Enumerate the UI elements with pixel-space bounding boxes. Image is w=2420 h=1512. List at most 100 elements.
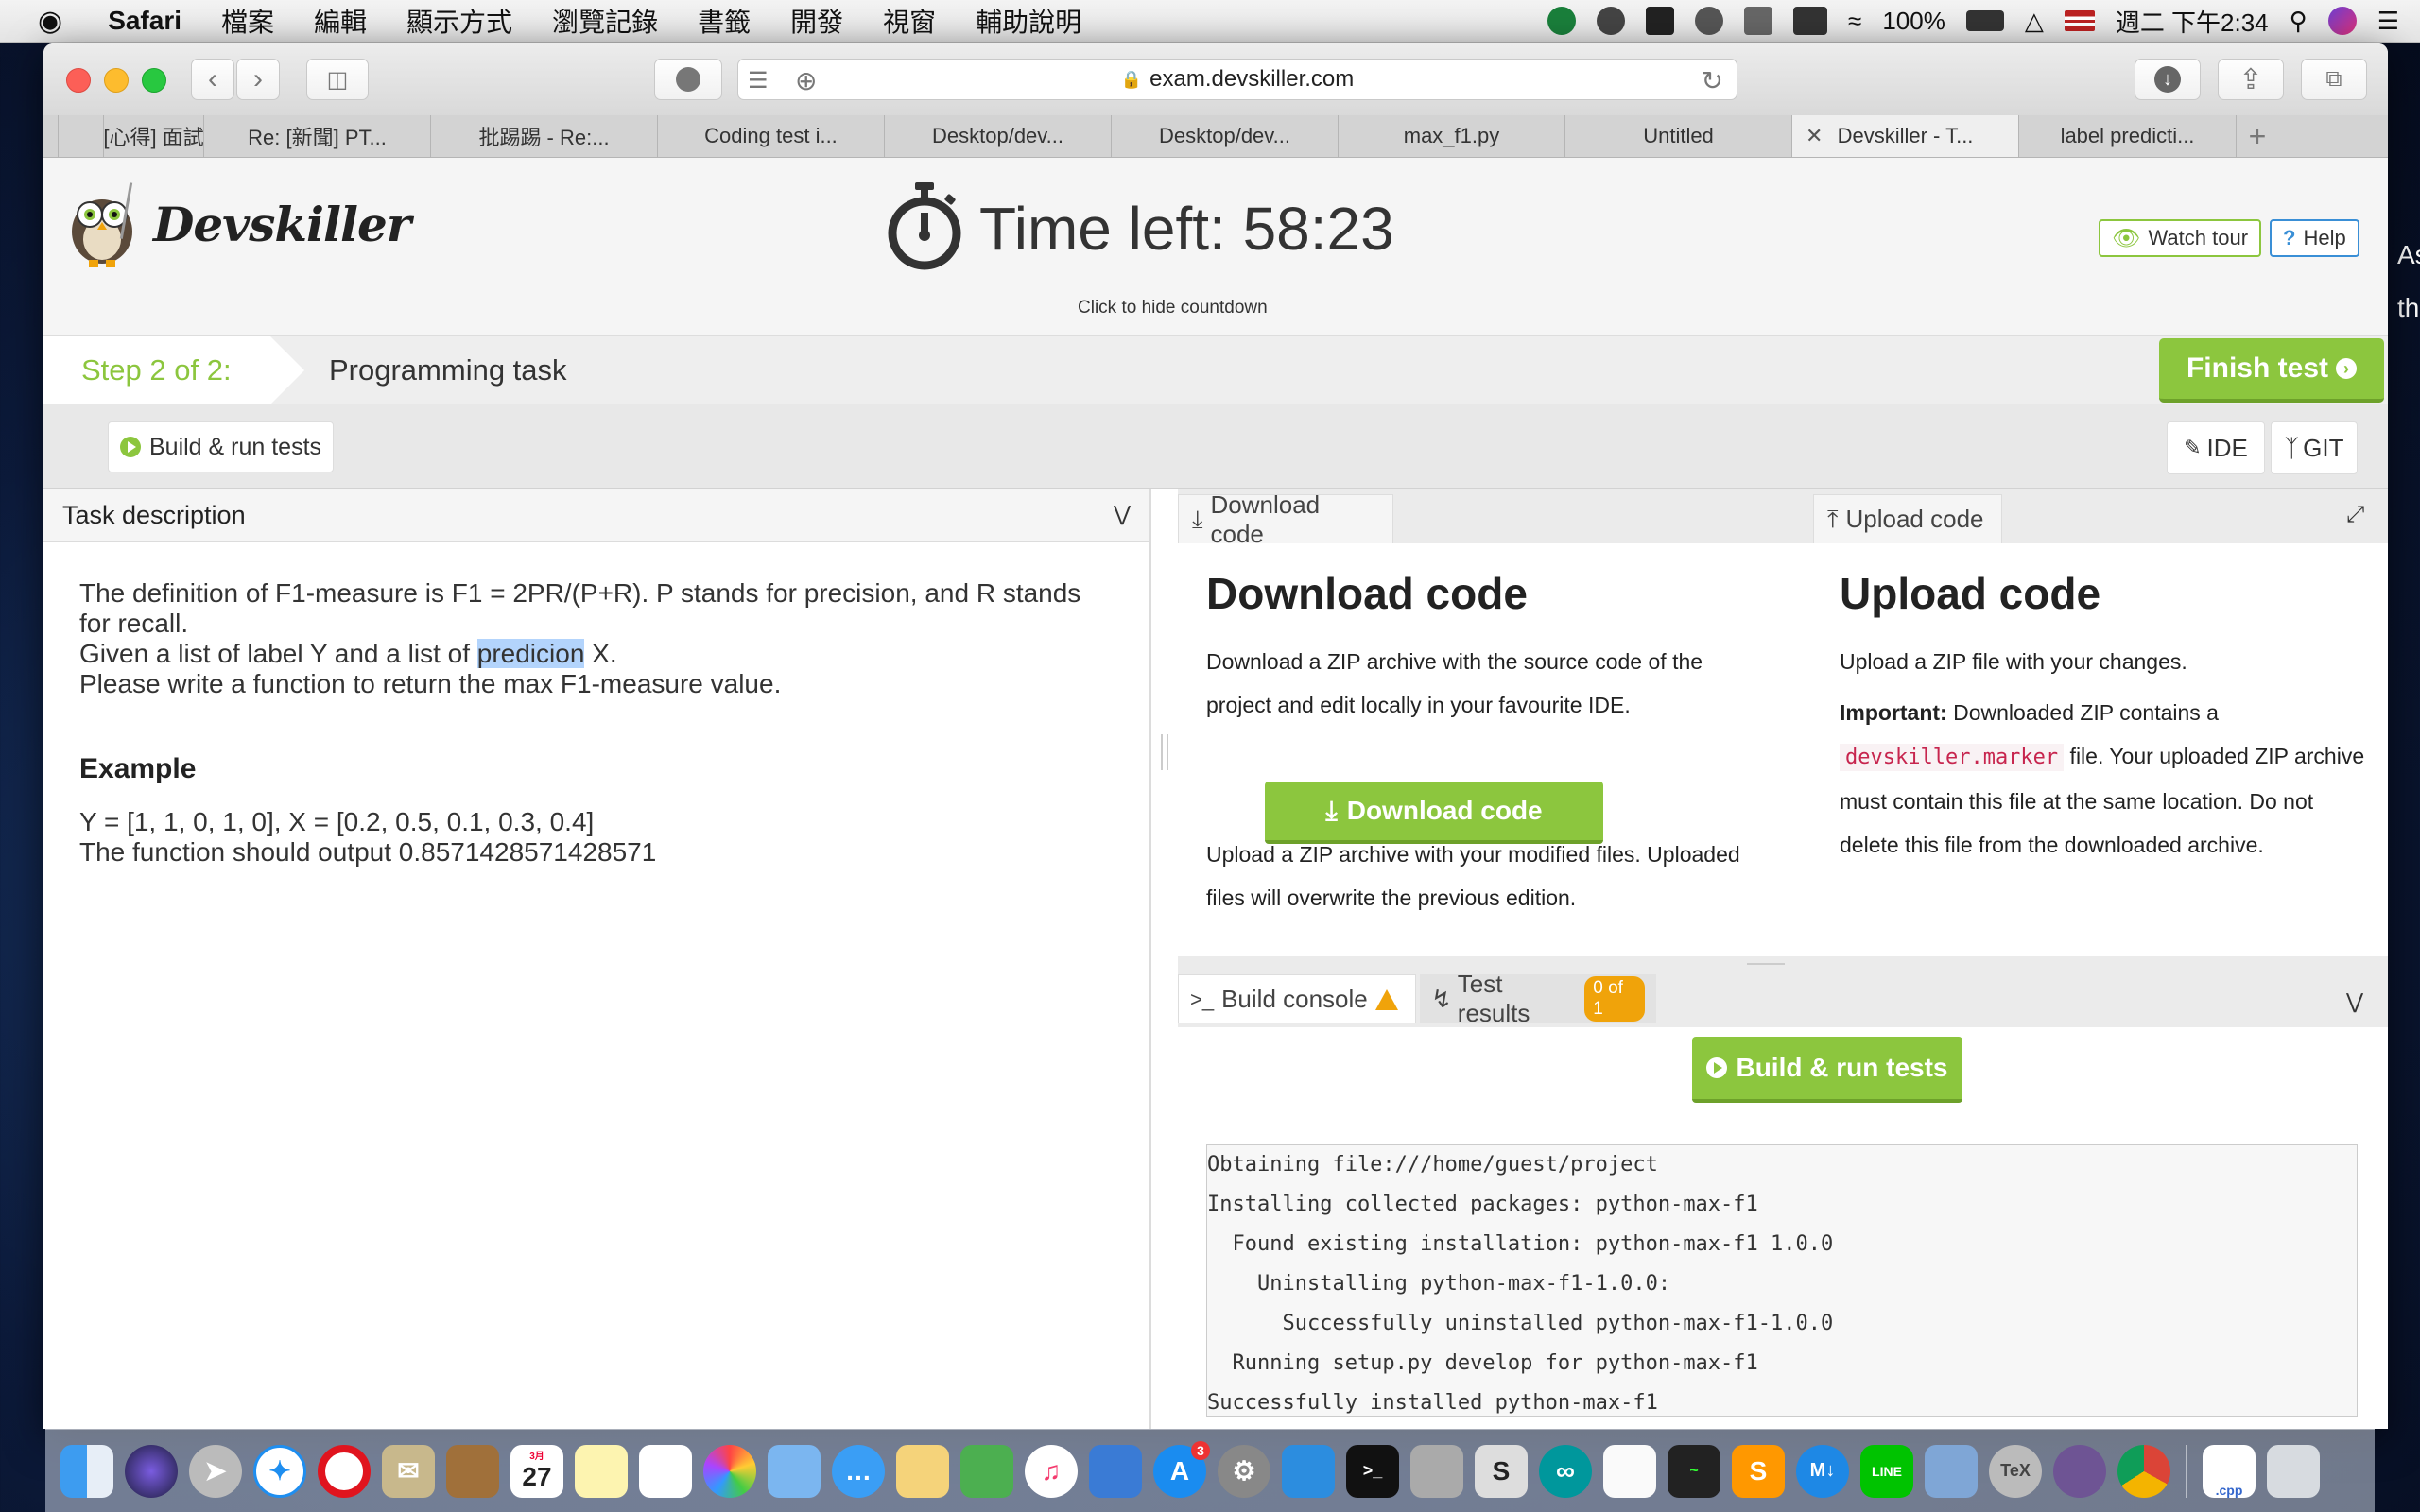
vertical-splitter-handle[interactable] (1747, 963, 1785, 965)
extension-button[interactable] (654, 59, 722, 100)
itunes-icon[interactable]: ♫ (1025, 1444, 1078, 1498)
add-bookmark-icon[interactable]: ⊕ (795, 65, 817, 96)
sidebar-button[interactable]: ◫ (306, 59, 369, 100)
tex-icon[interactable]: TeX (1989, 1444, 2042, 1498)
arduino-icon[interactable]: ∞ (1539, 1444, 1592, 1498)
download-code-button[interactable]: ⤓ Download code (1265, 782, 1603, 844)
us-flag-icon[interactable] (2064, 10, 2095, 31)
markdown-app-icon[interactable]: M↓ (1796, 1444, 1849, 1498)
s-app-icon[interactable]: S (1475, 1444, 1528, 1498)
battery-icon[interactable] (1965, 10, 2004, 31)
browser-tab[interactable]: Coding test i... (658, 115, 885, 157)
back-button[interactable]: ‹ (191, 59, 234, 100)
finder-icon[interactable] (60, 1444, 113, 1498)
close-tab-icon[interactable]: ✕ (1806, 124, 1823, 148)
tab-pinned-edge[interactable] (43, 115, 59, 157)
downloads-button[interactable]: ↓ (2135, 59, 2201, 100)
console-output[interactable]: Obtaining file:///home/guest/project Ins… (1206, 1144, 2358, 1417)
menu-develop[interactable]: 開發 (790, 2, 843, 40)
browser-tab-active[interactable]: ✕ Devskiller - T... (1792, 115, 2019, 157)
status-search-app-icon[interactable] (1597, 7, 1626, 35)
menu-help[interactable]: 輔助說明 (976, 2, 1081, 40)
share-button[interactable]: ⇪ (2218, 59, 2284, 100)
tab-pinned[interactable] (59, 115, 104, 157)
tab-build-console[interactable]: >_ Build console (1178, 974, 1416, 1023)
collapse-chevron-icon[interactable]: ⋁ (1114, 502, 1131, 526)
timer-hint[interactable]: Click to hide countdown (1078, 298, 1268, 318)
menu-history[interactable]: 瀏覽記錄 (552, 2, 658, 40)
reload-icon[interactable]: ↻ (1702, 65, 1723, 96)
browser-tab[interactable]: label predicti... (2019, 115, 2237, 157)
devskiller-logo[interactable]: Devskiller (64, 179, 411, 269)
menubar-clock[interactable]: 週二 下午2:34 (2116, 4, 2269, 39)
dropbox-icon[interactable] (1744, 7, 1773, 35)
expand-icon[interactable]: ⤢ (2346, 502, 2364, 528)
messages-icon[interactable]: … (832, 1444, 885, 1498)
globe-icon[interactable] (1695, 7, 1724, 35)
tab-overview-button[interactable]: ⧉ (2301, 59, 2367, 100)
mail-icon[interactable]: ✉ (382, 1444, 435, 1498)
trash-icon[interactable] (2267, 1444, 2320, 1498)
menu-bookmarks[interactable]: 書籤 (698, 2, 751, 40)
launchpad-icon[interactable]: ➤ (189, 1444, 242, 1498)
build-run-tests-button[interactable]: Build & run tests (1692, 1037, 1962, 1103)
browser-tab[interactable]: Desktop/dev... (1112, 115, 1339, 157)
collapse-console-icon[interactable]: ⋁ (2346, 989, 2363, 1014)
app-store-icon[interactable]: A3 (1153, 1440, 1210, 1498)
status-app-icon[interactable] (1547, 7, 1577, 35)
cpp-file-icon[interactable]: .cpp (2203, 1444, 2256, 1498)
tab-test-results[interactable]: ↯ Test results 0 of 1 (1420, 970, 1656, 1027)
watch-tour-button[interactable]: 👁 Watch tour (2099, 219, 2262, 257)
task-description-header[interactable]: Task description ⋁ (43, 489, 1150, 542)
address-bar[interactable]: ☰ ⊕ 🔒 exam.devskiller.com ↻ (737, 59, 1737, 100)
browser-tab[interactable]: max_f1.py (1339, 115, 1565, 157)
zoom-window-button[interactable] (142, 68, 166, 93)
apple-menu-icon[interactable]: ◉ (38, 5, 62, 38)
photos-icon[interactable] (703, 1444, 756, 1498)
tab-download-code[interactable]: ⤓ Download code (1178, 490, 1393, 548)
line-icon[interactable]: LINE (1860, 1444, 1913, 1498)
browser-tab[interactable]: Desktop/dev... (885, 115, 1112, 157)
git-button[interactable]: ᛉ GIT (2271, 421, 2358, 474)
minimize-window-button[interactable] (104, 68, 129, 93)
opera-icon[interactable] (318, 1444, 371, 1498)
siri-icon[interactable] (2327, 7, 2357, 35)
menu-edit[interactable]: 編輯 (314, 2, 367, 40)
numbers-icon[interactable] (960, 1444, 1013, 1498)
github-desktop-icon[interactable] (2053, 1444, 2106, 1498)
browser-tab[interactable]: 批踢踢 - Re:... (431, 115, 658, 157)
battery-monitor-icon[interactable] (1793, 7, 1828, 35)
finish-test-button[interactable]: Finish test › (2159, 338, 2384, 403)
keynote-icon[interactable] (1089, 1444, 1142, 1498)
preview-icon[interactable] (768, 1444, 821, 1498)
notes-icon[interactable] (575, 1444, 628, 1498)
countdown-timer[interactable]: Time left: 58:23 (885, 180, 1394, 276)
textedit-icon[interactable] (1603, 1444, 1656, 1498)
forward-button[interactable]: › (236, 59, 280, 100)
reader-icon[interactable]: ☰ (748, 67, 769, 94)
menu-view[interactable]: 顯示方式 (406, 2, 512, 40)
calculator-icon[interactable] (1410, 1444, 1463, 1498)
status-m-icon[interactable] (1646, 7, 1675, 35)
wifi-icon[interactable]: ≈ (1848, 7, 1861, 36)
tab-upload-code[interactable]: ⤒ Upload code (1813, 494, 2002, 543)
sublime-text-icon[interactable]: S (1732, 1444, 1785, 1498)
ide-button[interactable]: ✎ IDE (2167, 421, 2265, 474)
close-window-button[interactable] (66, 68, 91, 93)
calendar-icon[interactable]: 3月 27 (510, 1444, 563, 1498)
menu-file[interactable]: 檔案 (221, 2, 274, 40)
panel-splitter[interactable] (1159, 489, 1170, 1429)
siri-icon[interactable] (125, 1444, 178, 1498)
chrome-icon[interactable] (2118, 1444, 2170, 1498)
notification-center-icon[interactable]: ☰ (2377, 7, 2399, 36)
browser-tab[interactable]: [心得] 面試 (104, 115, 204, 157)
safari-icon[interactable]: ✦ (253, 1444, 306, 1498)
new-tab-button[interactable]: + (2237, 115, 2278, 157)
pages-icon[interactable] (896, 1444, 949, 1498)
reminders-icon[interactable] (639, 1444, 692, 1498)
help-button[interactable]: ? Help (2270, 219, 2360, 257)
terminal-app-icon[interactable]: >_ (1346, 1444, 1399, 1498)
browser-tab[interactable]: Re: [新聞] PT... (204, 115, 431, 157)
system-preferences-icon[interactable]: ⚙ (1218, 1444, 1270, 1498)
menu-window[interactable]: 視窗 (883, 2, 936, 40)
